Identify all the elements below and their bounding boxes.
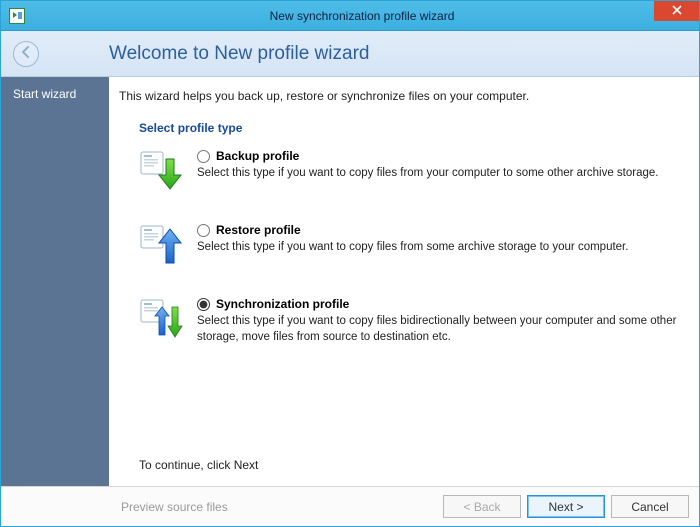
restore-icon [139,223,183,267]
cancel-button[interactable]: Cancel [611,495,689,518]
sidebar: Start wizard [1,77,109,486]
option-sync: Synchronization profile Select this type… [139,297,681,345]
sidebar-item-start-wizard[interactable]: Start wizard [1,77,109,111]
close-icon [672,4,682,18]
option-sync-desc: Select this type if you want to copy fil… [197,314,677,345]
title-bar: New synchronization profile wizard [1,1,699,31]
intro-text: This wizard helps you back up, restore o… [119,89,681,103]
option-backup-radio-row[interactable]: Backup profile [197,149,659,163]
arrow-left-icon [19,45,33,62]
footer: Preview source files < Back Next > Cance… [1,486,699,526]
option-sync-title: Synchronization profile [216,297,349,311]
backup-icon [139,149,183,193]
option-restore-radio-row[interactable]: Restore profile [197,223,628,237]
option-backup-title: Backup profile [216,149,299,163]
next-button[interactable]: Next > [527,495,605,518]
section-heading: Select profile type [139,121,681,135]
option-restore-title: Restore profile [216,223,301,237]
option-restore-desc: Select this type if you want to copy fil… [197,240,628,256]
radio-backup[interactable] [197,150,210,163]
continue-hint: To continue, click Next [139,458,681,472]
window-title: New synchronization profile wizard [25,9,699,23]
option-backup: Backup profile Select this type if you w… [139,149,681,193]
option-backup-desc: Select this type if you want to copy fil… [197,166,659,182]
sidebar-item-label: Start wizard [13,87,76,101]
option-restore: Restore profile Select this type if you … [139,223,681,267]
close-button[interactable] [654,1,699,21]
content-area: This wizard helps you back up, restore o… [109,77,699,486]
header-band: Welcome to New profile wizard [1,31,699,77]
sync-icon [139,297,183,341]
radio-sync[interactable] [197,298,210,311]
back-button[interactable] [13,41,39,67]
option-sync-radio-row[interactable]: Synchronization profile [197,297,677,311]
app-icon [9,8,25,24]
radio-restore[interactable] [197,224,210,237]
back-nav-button[interactable]: < Back [443,495,521,518]
preview-source-label: Preview source files [121,500,228,514]
page-title: Welcome to New profile wizard [109,43,369,65]
